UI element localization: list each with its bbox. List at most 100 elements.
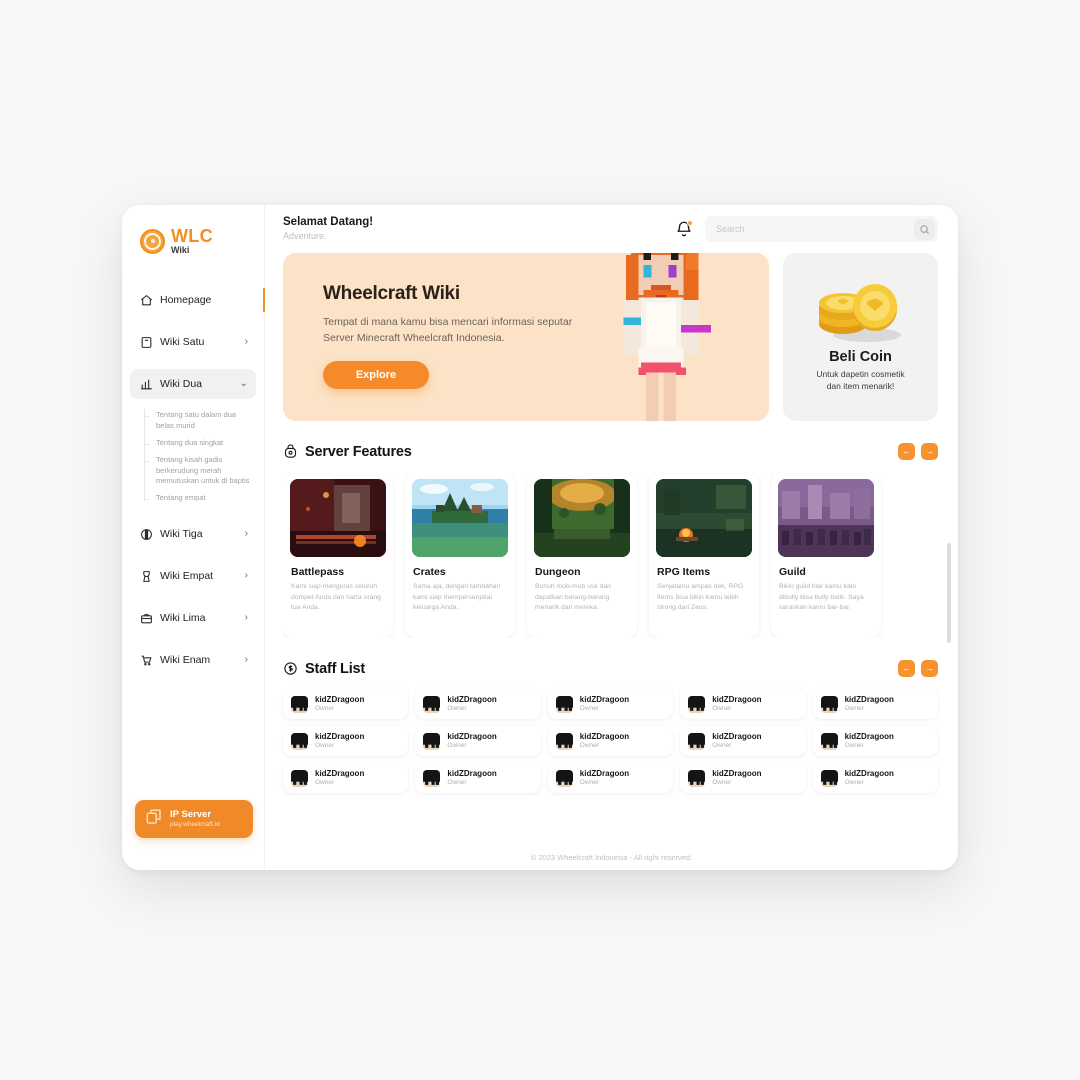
sidebar-item-wiki-lima[interactable]: Wiki Lima › — [130, 603, 256, 633]
staff-name: kidZDragoon — [315, 769, 365, 779]
staff-prev-button[interactable]: ← — [898, 660, 915, 677]
sidebar-subitem[interactable]: Tentang kisah gadis berkerudung merah me… — [144, 452, 264, 491]
chevron-down-icon: ⌄ — [239, 378, 248, 389]
staff-next-button[interactable]: → — [921, 660, 938, 677]
staff-card[interactable]: kidZDragoon Owner — [283, 726, 409, 756]
sidebar-item-wiki-empat[interactable]: Wiki Empat › — [130, 561, 256, 591]
vertical-scrollbar[interactable] — [947, 543, 951, 643]
notification-dot — [687, 220, 693, 226]
feature-title: Dungeon — [535, 566, 581, 578]
sidebar-subitem[interactable]: Tentang empat — [144, 490, 264, 507]
topbar: Selamat Datang! Adventure. — [265, 205, 958, 253]
hero-description: Tempat di mana kamu bisa mencari informa… — [323, 316, 573, 345]
server-features-title: Server Features — [305, 443, 412, 460]
staff-name: kidZDragoon — [447, 769, 497, 779]
feature-card[interactable]: Crates Sama aja, dengan tambahan kami si… — [405, 472, 515, 638]
feature-card[interactable]: Dungeon Bunuh mob-mob usk dan dapatkan b… — [527, 472, 637, 638]
scroll-content: Wheelcraft Wiki Tempat di mana kamu bisa… — [265, 253, 958, 844]
bell-icon[interactable] — [675, 220, 693, 238]
feature-card[interactable]: Battlepass Kami siap menguras seluruh do… — [283, 472, 393, 638]
feature-title: Crates — [413, 566, 446, 578]
staff-card[interactable]: kidZDragoon Owner — [812, 763, 938, 793]
staff-role: Owner — [315, 741, 335, 749]
staff-name: kidZDragoon — [579, 769, 630, 779]
server-features-section: Server Features ← → Battlepass Kami siap… — [283, 443, 938, 638]
staff-role: Owner — [712, 704, 732, 712]
cart-icon — [139, 653, 153, 667]
staff-role: Owner — [844, 778, 864, 786]
staff-name: kidZDragoon — [712, 732, 762, 742]
staff-carousel-nav: ← → — [898, 660, 938, 677]
contrast-icon — [139, 527, 153, 541]
staff-card[interactable]: kidZDragoon Owner — [415, 763, 541, 793]
staff-name: kidZDragoon — [712, 769, 762, 779]
staff-grid: kidZDragoon Owner kidZDragoon Owner kidZDr… — [283, 689, 938, 793]
avatar — [555, 695, 573, 713]
sidebar-item-homepage[interactable]: Homepage — [130, 285, 265, 315]
staff-list-section: Staff List ← → kidZDragoon Owner kidZDrag… — [283, 660, 938, 793]
island-lake-thumb — [412, 479, 508, 557]
coin-card-subtitle-line2: dan item menarik! — [826, 381, 895, 392]
avatar — [688, 695, 706, 713]
staff-name: kidZDragoon — [844, 695, 894, 705]
staff-role: Owner — [844, 704, 864, 712]
sidebar-item-wiki-dua[interactable]: Wiki Dua ⌄ — [130, 369, 256, 399]
features-prev-button[interactable]: ← — [898, 443, 915, 460]
staff-card[interactable]: kidZDragoon Owner — [680, 726, 806, 756]
staff-card[interactable]: kidZDragoon Owner — [283, 689, 409, 719]
ip-server-button[interactable]: IP Server play.wheelcraft.id — [135, 800, 253, 838]
avatar — [423, 769, 441, 787]
avatar — [555, 769, 573, 787]
staff-card[interactable]: kidZDragoon Owner — [415, 726, 541, 756]
staff-card[interactable]: kidZDragoon Owner — [547, 689, 674, 719]
staff-list-title: Staff List — [305, 660, 366, 677]
staff-card[interactable]: kidZDragoon Owner — [680, 763, 806, 793]
sidebar-item-wiki-enam[interactable]: Wiki Enam › — [130, 645, 256, 675]
sidebar-item-label: Wiki Dua — [160, 378, 203, 390]
avatar — [820, 732, 838, 750]
feature-card[interactable]: Guild Bikin guild biar kamu kalo dibully… — [771, 472, 881, 638]
app-window: WLC Wiki Homepage Wiki Satu › Wiki Dua ⌄… — [122, 205, 958, 870]
staff-list-header: Staff List ← → — [283, 660, 938, 677]
staff-name: kidZDragoon — [447, 695, 497, 705]
staff-card[interactable]: kidZDragoon Owner — [680, 689, 806, 719]
staff-card[interactable]: kidZDragoon Owner — [812, 726, 938, 756]
sidebar-subitem[interactable]: Tentang satu dalam dua belas murid — [144, 407, 264, 435]
brand-logo[interactable]: WLC Wiki — [122, 221, 264, 261]
sidebar-subitem[interactable]: Tentang dua singkat — [144, 435, 264, 452]
chevron-right-icon: › — [244, 336, 248, 347]
wheel-logo-icon — [140, 228, 165, 254]
home-icon — [139, 293, 153, 307]
avatar — [291, 769, 308, 787]
footer-text: © 2023 Wheelcraft Indonesia - All right … — [530, 852, 693, 862]
staff-card[interactable]: kidZDragoon Owner — [547, 726, 674, 756]
sidebar-item-wiki-tiga[interactable]: Wiki Tiga › — [130, 519, 256, 549]
gold-coins-icon — [818, 284, 901, 342]
sidebar-item-label: Wiki Tiga — [160, 528, 203, 541]
coin-card-title: Beli Coin — [829, 349, 892, 365]
sidebar-item-wiki-satu[interactable]: Wiki Satu › — [130, 327, 256, 357]
staff-card[interactable]: kidZDragoon Owner — [812, 689, 938, 719]
features-carousel[interactable]: Battlepass Kami siap menguras seluruh do… — [283, 472, 938, 638]
castle-crowd-thumb — [778, 479, 874, 557]
feature-card[interactable]: RPG Items Senjatamu ampas dek, RPG Items… — [649, 472, 759, 638]
features-carousel-nav: ← → — [898, 443, 938, 460]
avatar — [423, 732, 441, 750]
explore-button[interactable]: Explore — [323, 360, 429, 389]
staff-card[interactable]: kidZDragoon Owner — [283, 763, 409, 793]
chevron-right-icon: › — [244, 570, 248, 582]
sidebar-nav: Homepage Wiki Satu › Wiki Dua ⌄ Tentang … — [122, 285, 265, 675]
staff-card[interactable]: kidZDragoon Owner — [415, 689, 541, 719]
search-input[interactable] — [716, 224, 914, 234]
search-icon[interactable] — [914, 218, 935, 240]
features-next-button[interactable]: → — [921, 443, 938, 460]
search-box[interactable] — [705, 216, 938, 242]
beli-coin-card[interactable]: Beli Coin Untuk dapetin cosmetik dan ite… — [783, 253, 938, 421]
server-features-header: Server Features ← → — [283, 443, 938, 460]
briefcase-icon — [139, 611, 153, 625]
feature-title: Battlepass — [291, 566, 345, 578]
staff-card[interactable]: kidZDragoon Owner — [547, 763, 674, 793]
main-area: Selamat Datang! Adventure. Search Wheelc… — [265, 205, 958, 870]
staff-role: Owner — [315, 704, 335, 712]
feature-description: Bunuh mob-mob usk dan dapatkan barang-ba… — [535, 583, 611, 612]
